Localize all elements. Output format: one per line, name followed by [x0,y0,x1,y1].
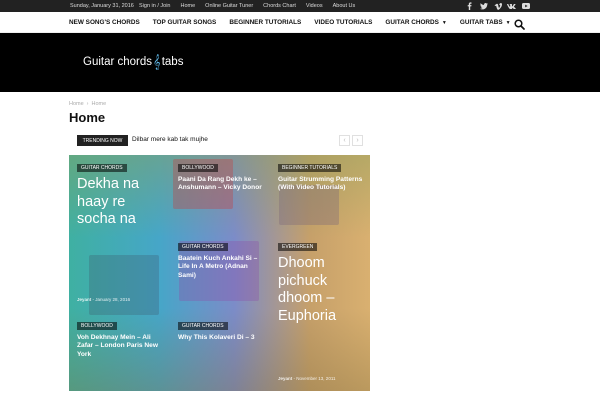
facebook-icon[interactable] [465,2,474,10]
current-date: Sunday, January 31, 2016 [70,3,134,9]
twitter-icon[interactable] [479,2,488,10]
post-title[interactable]: Why This Kolaveri Di – 3 [178,334,264,342]
nav-new-songs-chords[interactable]: NEW SONG'S CHORDS [69,19,140,26]
category-badge[interactable]: GUITAR CHORDS [178,322,228,330]
breadcrumb-separator: › [86,101,89,107]
search-icon[interactable] [514,17,525,30]
nav-top-guitar-songs[interactable]: TOP GUITAR SONGS [153,19,217,26]
featured-post-tile[interactable]: GUITAR CHORDS Baatein Kuch Ankahi Si – L… [170,234,270,313]
trending-prev-button[interactable]: ‹ [339,135,350,146]
post-date: November 13, 2011 [296,376,336,381]
home-link[interactable]: Home [181,3,196,9]
nav-video-tutorials[interactable]: VIDEO TUTORIALS [314,19,372,26]
nav-guitar-chords[interactable]: GUITAR CHORDS ▼ [385,19,446,26]
videos-link[interactable]: Videos [306,3,323,9]
trending-next-button[interactable]: › [352,135,363,146]
post-author[interactable]: Jeyant [278,376,292,381]
featured-post-tile[interactable]: BOLLYWOOD Voh Dekhnay Mein – Ali Zafar –… [69,313,169,391]
meta-separator: - [293,376,296,381]
trending-link[interactable]: Dilbar mere kab tak mujhe [132,136,208,143]
trending-label: TRENDING NOW [77,135,128,146]
vk-icon[interactable] [507,2,516,10]
nav-label: GUITAR TABS [459,19,503,26]
breadcrumb-home-link[interactable]: Home [69,101,84,107]
featured-posts-grid: GUITAR CHORDS Dekha na haay re socha na … [69,155,370,391]
post-meta: Jeyant - January 28, 2016 [77,297,130,302]
post-title[interactable]: Voh Dekhnay Mein – Ali Zafar – London Pa… [77,334,163,359]
nav-label: BEGINNER TUTORIALS [229,19,302,26]
post-meta: Jeyant - November 13, 2011 [278,376,336,381]
post-title[interactable]: Dhoom pichuck dhoom – Euphoria [278,255,364,325]
nav-label: VIDEO TUTORIALS [314,19,373,26]
social-icons [460,2,530,10]
top-bar: Sunday, January 31, 2016 Sign in / Join … [0,0,600,12]
meta-separator: - [92,297,95,302]
treble-clef-icon: 𝄞 [153,54,161,69]
main-navigation: NEW SONG'S CHORDS TOP GUITAR SONGS BEGIN… [0,12,600,33]
site-logo[interactable]: Guitar chords 𝄞 tabs [83,54,184,69]
featured-post-tile[interactable]: BEGINNER TUTORIALS Guitar Strumming Patt… [270,155,370,234]
youtube-icon[interactable] [521,2,530,10]
breadcrumb: Home › Home [69,101,109,107]
guitar-tuner-link[interactable]: Online Guitar Tuner [205,3,253,9]
featured-post-tile[interactable]: GUITAR CHORDS Why This Kolaveri Di – 3 [170,313,270,391]
logo-text-right: tabs [161,56,184,68]
category-badge[interactable]: BOLLYWOOD [178,164,218,172]
sign-in-link[interactable]: Sign in / Join [139,3,171,9]
category-badge[interactable]: GUITAR CHORDS [178,243,228,251]
nav-label: TOP GUITAR SONGS [152,19,217,26]
featured-post-tile[interactable]: EVERGREEN Dhoom pichuck dhoom – Euphoria… [270,234,370,391]
nav-label: NEW SONG'S CHORDS [69,19,140,26]
chevron-down-icon: ▼ [441,19,447,26]
post-title[interactable]: Baatein Kuch Ankahi Si – Life In A Metro… [178,255,264,280]
about-us-link[interactable]: About Us [333,3,356,9]
post-title[interactable]: Paani Da Rang Dekh ke – Anshumann – Vick… [178,176,264,193]
top-links: Sign in / Join Home Online Guitar Tuner … [139,3,365,9]
category-badge[interactable]: GUITAR CHORDS [77,164,127,172]
category-badge[interactable]: EVERGREEN [278,243,318,251]
post-date: January 28, 2016 [95,297,131,302]
logo-text-left: Guitar chords [83,56,153,68]
post-author[interactable]: Jeyant [77,297,91,302]
page-title: Home [69,110,106,125]
chevron-down-icon: ▼ [505,19,511,26]
featured-post-tile[interactable]: GUITAR CHORDS Dekha na haay re socha na … [69,155,169,313]
nav-guitar-tabs[interactable]: GUITAR TABS ▼ [460,19,511,26]
breadcrumb-current: Home [91,101,107,107]
vimeo-icon[interactable] [493,2,502,10]
nav-beginner-tutorials[interactable]: BEGINNER TUTORIALS [229,19,301,26]
nav-label: GUITAR CHORDS [385,19,439,26]
category-badge[interactable]: BEGINNER TUTORIALS [278,164,342,172]
chords-chart-link[interactable]: Chords Chart [263,3,296,9]
post-title[interactable]: Guitar Strumming Patterns (With Video Tu… [278,176,364,193]
featured-post-tile[interactable]: BOLLYWOOD Paani Da Rang Dekh ke – Anshum… [170,155,270,234]
post-title[interactable]: Dekha na haay re socha na [77,176,163,229]
category-badge[interactable]: BOLLYWOOD [77,322,117,330]
